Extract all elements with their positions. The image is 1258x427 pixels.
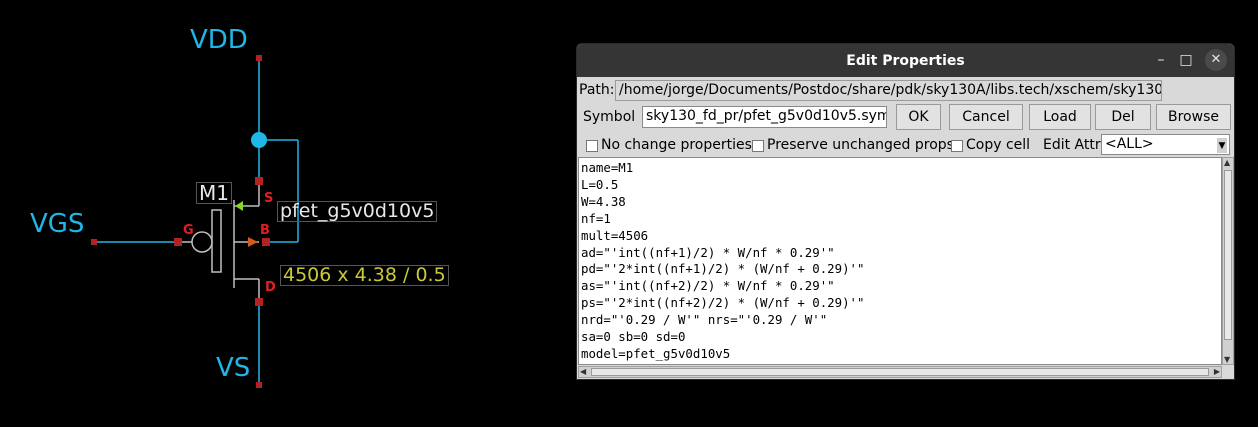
symbol-input[interactable]: sky130_fd_pr/pfet_g5v0d10v5.sym <box>642 106 887 128</box>
pin-b <box>262 238 270 246</box>
property-line[interactable]: pd="'2*int((nf+1)/2) * (W/nf + 0.29)'" <box>581 261 1219 278</box>
minimize-icon[interactable]: – <box>1150 49 1172 71</box>
scroll-right-icon[interactable]: ▶ <box>1214 367 1220 376</box>
scroll-down-icon[interactable]: ▼ <box>1224 355 1230 364</box>
pin-label-g: G <box>183 223 194 238</box>
property-line[interactable]: model=pfet_g5v0d10v5 <box>581 346 1219 363</box>
vertical-scroll-thumb[interactable] <box>1224 170 1232 340</box>
instance-symbol-label[interactable]: pfet_g5v0d10v5 <box>277 201 438 222</box>
device-gate-plate <box>211 209 222 273</box>
close-icon[interactable]: ✕ <box>1205 49 1227 71</box>
properties-text-editor[interactable]: name=M1 L=0.5 W=4.38 nf=1 mult=4506 ad="'int(… <box>578 157 1222 365</box>
symbol-label: Symbol <box>583 109 636 125</box>
copy-cell-checkbox[interactable] <box>951 140 963 152</box>
instance-name[interactable]: M1 <box>196 182 232 204</box>
pin-vdd <box>256 55 262 61</box>
property-line[interactable]: mult=4506 <box>581 228 1219 245</box>
load-button[interactable]: Load <box>1029 104 1091 130</box>
edit-attr-select[interactable]: <ALL> ▼ <box>1101 134 1230 155</box>
scroll-up-icon[interactable]: ▲ <box>1224 158 1230 167</box>
property-line[interactable]: as="'int((nf+2)/2) * W/nf * 0.29'" <box>581 278 1219 295</box>
copy-cell-label: Copy cell <box>966 137 1031 153</box>
browse-button[interactable]: Browse <box>1156 104 1231 130</box>
cancel-button[interactable]: Cancel <box>949 104 1023 130</box>
path-label: Path: <box>579 82 615 98</box>
instance-size-label[interactable]: 4506 x 4.38 / 0.5 <box>280 265 449 286</box>
property-line[interactable]: L=0.5 <box>581 177 1219 194</box>
property-line[interactable]: nf=1 <box>581 211 1219 228</box>
pin-d <box>255 298 263 306</box>
edit-attr-label: Edit Attr: <box>1043 137 1106 153</box>
preserve-checkbox[interactable] <box>752 140 764 152</box>
pin-g <box>174 238 182 246</box>
maximize-icon[interactable]: □ <box>1175 49 1197 71</box>
horizontal-scroll-thumb[interactable] <box>591 368 1209 376</box>
property-line[interactable]: name=M1 <box>581 160 1219 177</box>
bulk-arrow <box>248 237 258 247</box>
no-change-label: No change properties <box>601 137 752 153</box>
scroll-left-icon[interactable]: ◀ <box>580 367 586 376</box>
pin-vs <box>256 382 262 388</box>
preserve-label: Preserve unchanged props <box>767 137 954 153</box>
edit-attr-value: <ALL> <box>1105 136 1154 152</box>
dialog-title: Edit Properties <box>846 53 965 69</box>
pin-label-d: D <box>265 280 276 295</box>
ok-button[interactable]: OK <box>896 104 941 130</box>
device-gate-bubble <box>191 231 213 253</box>
dropdown-icon[interactable]: ▼ <box>1217 138 1227 153</box>
horizontal-scrollbar[interactable]: ◀ ▶ <box>578 366 1222 378</box>
dialog-titlebar[interactable]: Edit Properties – □ ✕ <box>577 44 1234 77</box>
edit-properties-dialog: Edit Properties – □ ✕ Path: /home/jorge/… <box>576 43 1235 380</box>
junction-dot <box>251 132 267 148</box>
source-arrow <box>235 201 243 211</box>
property-line[interactable]: W=4.38 <box>581 194 1219 211</box>
property-line[interactable]: ad="'int((nf+1)/2) * W/nf * 0.29'" <box>581 245 1219 262</box>
net-label-vgs: VGS <box>30 209 85 239</box>
pin-s <box>255 177 263 185</box>
pin-label-b: B <box>260 223 270 238</box>
property-line[interactable]: ps="'2*int((nf+2)/2) * (W/nf + 0.29)'" <box>581 295 1219 312</box>
vertical-scrollbar[interactable]: ▲ ▼ <box>1222 157 1234 365</box>
pin-label-s: S <box>264 191 274 206</box>
property-line[interactable]: nrd="'0.29 / W'" nrs="'0.29 / W'" <box>581 312 1219 329</box>
path-field[interactable]: /home/jorge/Documents/Postdoc/share/pdk/… <box>615 80 1162 101</box>
pin-vgs <box>91 239 97 245</box>
net-label-vdd: VDD <box>190 25 248 55</box>
property-line[interactable]: sa=0 sb=0 sd=0 <box>581 329 1219 346</box>
no-change-checkbox[interactable] <box>586 140 598 152</box>
net-label-vs: VS <box>216 353 251 383</box>
del-button[interactable]: Del <box>1095 104 1151 130</box>
